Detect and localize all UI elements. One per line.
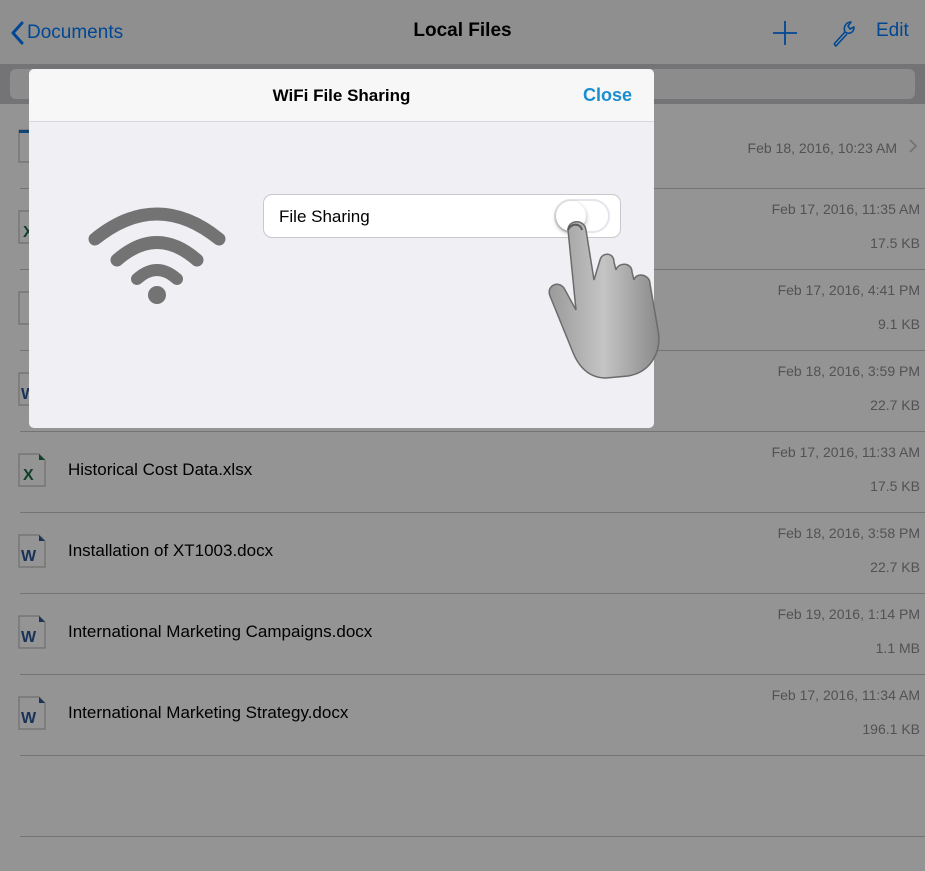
dialog-header: WiFi File Sharing Close bbox=[29, 69, 654, 122]
wifi-icon bbox=[88, 207, 226, 304]
wifi-sharing-dialog: WiFi File Sharing Close File Sharing bbox=[29, 69, 654, 428]
file-sharing-label: File Sharing bbox=[279, 207, 370, 226]
toggle-knob bbox=[556, 201, 586, 231]
file-sharing-cell: File Sharing bbox=[263, 194, 621, 238]
close-button[interactable]: Close bbox=[583, 85, 632, 106]
file-sharing-toggle[interactable] bbox=[554, 199, 610, 233]
dialog-title: WiFi File Sharing bbox=[272, 86, 411, 105]
screen: Documents Local Files Edit Feb 18, 2016,… bbox=[0, 0, 925, 871]
